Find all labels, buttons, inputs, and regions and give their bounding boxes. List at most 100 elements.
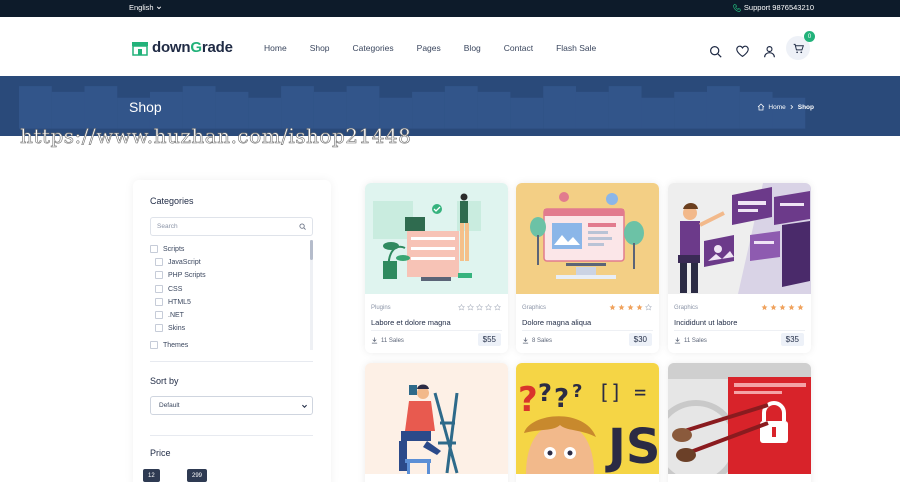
category-item[interactable]: CSS [155,285,182,293]
star-filled-icon [761,304,768,311]
main-nav: Home Shop Categories Pages Blog Contact … [264,43,619,53]
product-image[interactable] [365,363,508,474]
checkbox[interactable] [155,258,163,266]
logo[interactable]: downGrade [131,39,233,56]
filter-sidebar: Categories Search Scripts JavaScript PHP… [133,180,331,482]
nav-home[interactable]: Home [264,43,287,53]
star-filled-icon [797,304,804,311]
svg-text:?: ? [538,379,552,407]
search-placeholder: Search [157,223,178,230]
product-image[interactable] [668,363,811,474]
product-category: Graphics [674,305,699,311]
nav-contact[interactable]: Contact [504,43,533,53]
star-filled-icon [609,304,616,311]
search-icon[interactable] [709,45,722,58]
sales-count: 11 Sales [371,337,404,344]
nav-flash-sale[interactable]: Flash Sale [556,43,596,53]
checkbox[interactable] [150,341,158,349]
cart-icon [793,43,804,53]
star-filled-icon [618,304,625,311]
nav-blog[interactable]: Blog [464,43,481,53]
product-card[interactable] [668,363,811,482]
product-card[interactable] [365,363,508,482]
page-title: Shop [129,99,162,115]
support-label: Support 9876543210 [743,3,814,12]
star-empty-icon [494,304,501,311]
price-min-tag: 12 [143,469,160,482]
star-empty-icon [645,304,652,311]
checkbox[interactable] [155,324,163,332]
star-filled-icon [627,304,634,311]
heart-icon[interactable] [736,45,749,58]
product-card[interactable]: Plugins Labore et dolore magna 11 Sales … [365,183,508,353]
star-filled-icon [788,304,795,311]
sort-select[interactable]: Default [150,396,313,415]
header-actions: 0 [709,31,815,63]
product-title[interactable]: Dolore magna aliqua [522,318,591,327]
support-contact[interactable]: Support 9876543210 [733,3,814,12]
category-item[interactable]: .NET [155,311,184,319]
nav-shop[interactable]: Shop [310,43,330,53]
star-empty-icon [485,304,492,311]
category-item[interactable]: Skins [155,324,185,332]
checkbox[interactable] [155,298,163,306]
svg-text:[] = ![: [] = ![ [598,380,659,404]
nav-categories[interactable]: Categories [353,43,394,53]
language-selector[interactable]: English [129,3,162,12]
storefront-icon [132,41,148,56]
top-bar: English Support 9876543210 [0,0,900,17]
breadcrumb-home[interactable]: Home [768,104,785,111]
category-list: Scripts JavaScript PHP Scripts CSS HTML5… [150,243,313,351]
user-icon[interactable] [763,45,776,58]
rating-stars [761,304,804,311]
product-image[interactable] [668,183,811,294]
category-item[interactable]: Scripts [150,245,184,253]
sales-count: 11 Sales [674,337,707,344]
product-image[interactable]: ? ? ? ? [] = ![ JS [516,363,659,474]
rating-stars [609,304,652,311]
category-search-input[interactable]: Search [150,217,313,236]
star-filled-icon [779,304,786,311]
divider [150,435,313,436]
category-scrollbar[interactable] [310,240,313,350]
checkbox[interactable] [155,271,163,279]
svg-text:?: ? [554,384,569,414]
product-title[interactable]: Labore et dolore magna [371,318,451,327]
download-icon [371,337,378,344]
product-card[interactable]: Graphics Incididunt ut labore 11 Sales $… [668,183,811,353]
product-card[interactable]: ? ? ? ? [] = ![ JS [516,363,659,482]
price-max-tag: 299 [187,469,208,482]
price-heading: Price [150,448,171,458]
language-label: English [129,3,154,12]
product-title[interactable]: Incididunt ut labore [674,318,737,327]
sort-value: Default [159,402,180,409]
category-item[interactable]: HTML5 [155,298,191,306]
rating-stars [458,304,501,311]
star-empty-icon [476,304,483,311]
product-image[interactable] [365,183,508,294]
category-item[interactable]: JavaScript [155,258,201,266]
breadcrumb: Home Shop [757,103,814,111]
scrollbar-thumb[interactable] [310,240,313,260]
star-filled-icon [636,304,643,311]
watermark-text: https://www.huzhan.com/ishop21448 [20,124,412,149]
checkbox[interactable] [150,245,158,253]
download-icon [522,337,529,344]
product-image[interactable] [516,183,659,294]
category-item[interactable]: Themes [150,341,188,349]
divider [150,361,313,362]
logo-text: downGrade [152,39,233,56]
sales-count: 8 Sales [522,337,552,344]
divider [371,330,502,331]
product-price: $55 [477,333,501,346]
checkbox[interactable] [155,285,163,293]
svg-text:?: ? [572,381,582,402]
category-item[interactable]: PHP Scripts [155,271,206,279]
nav-pages[interactable]: Pages [417,43,441,53]
chevron-down-icon [302,404,307,408]
phone-icon [733,3,741,12]
cart-button[interactable]: 0 [786,31,815,60]
product-price: $35 [780,333,804,346]
checkbox[interactable] [155,311,163,319]
product-card[interactable]: Graphics Dolore magna aliqua 8 Sales $30 [516,183,659,353]
